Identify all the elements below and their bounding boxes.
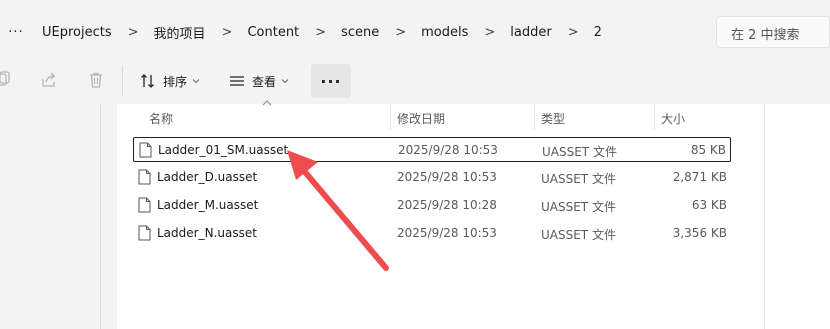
view-button[interactable]: 查看 <box>229 71 289 91</box>
search-input[interactable]: 在 2 中搜索 <box>716 16 830 48</box>
breadcrumb-item-2[interactable]: 2 <box>594 25 602 40</box>
file-row-ladder-d[interactable]: Ladder_D.uasset 2025/9/28 10:53 UASSET 文… <box>133 165 731 190</box>
sort-icon <box>141 74 154 88</box>
chevron-right-icon[interactable]: > <box>222 25 233 40</box>
file-icon <box>138 225 151 241</box>
file-row-ladder-m[interactable]: Ladder_M.uasset 2025/9/28 10:28 UASSET 文… <box>133 193 731 218</box>
breadcrumb-item-ueprojects[interactable]: UEprojects <box>42 25 112 40</box>
file-size: 85 KB <box>690 143 726 157</box>
breadcrumb-item-my-project[interactable]: 我的项目 <box>154 23 206 42</box>
share-icon[interactable] <box>40 71 58 89</box>
view-label: 查看 <box>252 74 277 89</box>
file-name: Ladder_01_SM.uasset <box>158 143 289 157</box>
more-options-button[interactable]: ··· <box>311 64 351 98</box>
column-divider[interactable] <box>534 104 535 130</box>
file-size: 3,356 KB <box>672 226 727 240</box>
file-row-ladder-01-sm[interactable]: Ladder_01_SM.uasset 2025/9/28 10:53 UASS… <box>133 137 731 162</box>
file-name: Ladder_M.uasset <box>157 198 259 212</box>
file-row-ladder-n[interactable]: Ladder_N.uasset 2025/9/28 10:53 UASSET 文… <box>133 221 731 246</box>
file-name: Ladder_D.uasset <box>157 170 258 184</box>
column-divider[interactable] <box>654 104 655 130</box>
file-icon <box>139 142 152 158</box>
navigation-pane[interactable] <box>0 104 100 329</box>
pane-divider[interactable] <box>100 104 101 329</box>
column-header-type[interactable]: 类型 <box>541 110 565 127</box>
file-type: UASSET 文件 <box>541 228 616 242</box>
file-type: UASSET 文件 <box>541 172 616 186</box>
sort-label: 排序 <box>163 74 188 89</box>
toolbar-divider <box>122 66 123 96</box>
breadcrumb-item-models[interactable]: models <box>421 25 468 40</box>
file-size: 63 KB <box>691 198 727 212</box>
chevron-right-icon[interactable]: > <box>395 25 406 40</box>
chevron-right-icon[interactable]: > <box>128 25 139 40</box>
chevron-right-icon[interactable]: > <box>315 25 326 40</box>
copy-icon[interactable] <box>0 71 12 89</box>
breadcrumb: ··· UEprojects > 我的项目 > Content > scene … <box>0 12 708 52</box>
file-icon <box>138 169 151 185</box>
chevron-right-icon[interactable]: > <box>568 25 579 40</box>
file-size: 2,871 KB <box>672 170 727 184</box>
file-modified: 2025/9/28 10:53 <box>397 226 497 240</box>
chevron-down-icon <box>281 79 289 84</box>
chevron-down-icon <box>192 79 200 84</box>
column-header-modified[interactable]: 修改日期 <box>397 110 445 127</box>
search-placeholder: 在 2 中搜索 <box>731 28 800 43</box>
column-header-name[interactable]: 名称 <box>149 110 173 127</box>
view-list-icon <box>230 76 244 86</box>
sort-button[interactable]: 排序 <box>140 71 200 91</box>
breadcrumb-item-content[interactable]: Content <box>247 25 299 40</box>
file-type: UASSET 文件 <box>542 145 617 159</box>
file-name: Ladder_N.uasset <box>157 226 257 240</box>
address-bar: ··· UEprojects > 我的项目 > Content > scene … <box>0 0 830 58</box>
column-header-size[interactable]: 大小 <box>661 110 685 127</box>
file-modified: 2025/9/28 10:53 <box>397 170 497 184</box>
details-pane-edge <box>764 104 765 329</box>
delete-icon[interactable] <box>87 71 105 89</box>
chevron-right-icon[interactable]: > <box>484 25 495 40</box>
column-divider[interactable] <box>390 104 391 130</box>
file-modified: 2025/9/28 10:53 <box>398 143 498 157</box>
breadcrumb-item-scene[interactable]: scene <box>341 25 379 40</box>
file-icon <box>138 197 151 213</box>
file-type: UASSET 文件 <box>541 200 616 214</box>
command-bar: 排序 查看 <box>0 58 830 104</box>
more-crumbs-button[interactable]: ··· <box>0 25 32 40</box>
file-modified: 2025/9/28 10:28 <box>397 198 497 212</box>
sort-ascending-icon <box>262 100 272 106</box>
breadcrumb-item-ladder[interactable]: ladder <box>510 25 551 40</box>
